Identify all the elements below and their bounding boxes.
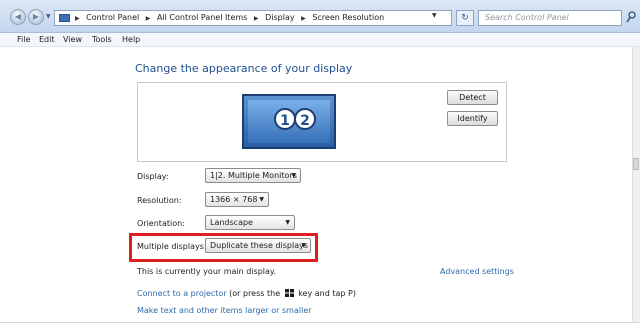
page-title: Change the appearance of your display [135,62,353,75]
multiple-displays-label: Multiple displays: [137,242,207,251]
display-label: Display: [137,172,169,181]
scrollbar-grip[interactable] [633,158,639,170]
breadcrumb: ▶ Control Panel ▶ All Control Panel Item… [75,13,388,22]
multiple-displays-select-value: Duplicate these displays [210,241,308,250]
multiple-displays-select[interactable]: Duplicate these displays ▼ [205,238,311,253]
connect-projector-link[interactable]: Connect to a projector [137,289,227,298]
refresh-icon[interactable]: ↻ [456,10,474,26]
identify-button[interactable]: Identify [447,111,498,126]
menu-bar: File Edit View Tools Help [0,33,640,47]
search-input[interactable]: Search Control Panel [478,10,622,26]
menu-tools[interactable]: Tools [92,35,112,44]
chevron-down-icon: ▼ [301,242,306,249]
main-display-text: This is currently your main display. [137,267,277,276]
windows-logo-icon [284,289,294,297]
resolution-label: Resolution: [137,196,182,205]
resolution-select[interactable]: 1366 × 768 ▼ [205,192,269,207]
monitor-number-2: 2 [294,108,316,130]
projector-line: Connect to a projector (or press the key… [137,289,356,298]
breadcrumb-arrow-icon[interactable]: ▶ [75,15,80,22]
breadcrumb-screen-resolution[interactable]: Screen Resolution [312,13,384,22]
projector-text-after: key and tap P) [298,289,356,298]
chevron-down-icon: ▼ [291,172,296,179]
breadcrumb-all-items[interactable]: All Control Panel Items [157,13,247,22]
chevron-down-icon: ▼ [259,196,264,203]
menu-view[interactable]: View [63,35,82,44]
address-dropdown-icon[interactable]: ▼ [432,12,437,19]
menu-help[interactable]: Help [122,35,140,44]
orientation-select[interactable]: Landscape ▼ [205,215,295,230]
menu-edit[interactable]: Edit [39,35,55,44]
larger-text-link[interactable]: Make text and other items larger or smal… [137,306,312,315]
monitor-number-1: 1 [274,108,296,130]
window-bottom-edge [0,322,640,333]
breadcrumb-arrow-icon[interactable]: ▶ [146,15,151,22]
control-panel-icon [59,14,70,22]
back-button[interactable]: ◀ [10,9,26,25]
orientation-select-value: Landscape [210,218,253,227]
breadcrumb-arrow-icon[interactable]: ▶ [301,15,306,22]
vertical-scrollbar[interactable] [632,47,640,322]
advanced-settings-link[interactable]: Advanced settings [440,267,514,276]
projector-text-before: (or press the [229,289,281,298]
search-placeholder: Search Control Panel [485,13,569,22]
menu-file[interactable]: File [17,35,30,44]
detect-button[interactable]: Detect [447,90,498,105]
breadcrumb-control-panel[interactable]: Control Panel [86,13,139,22]
display-select[interactable]: 1|2. Multiple Monitors ▼ [205,168,301,183]
breadcrumb-arrow-icon[interactable]: ▶ [254,15,259,22]
monitor-thumbnail[interactable]: 1 2 [242,94,336,149]
breadcrumb-display[interactable]: Display [265,13,295,22]
recent-pages-dropdown-icon[interactable]: ▼ [46,13,51,20]
resolution-select-value: 1366 × 768 [210,195,258,204]
orientation-label: Orientation: [137,219,185,228]
forward-button[interactable]: ▶ [28,9,44,25]
address-bar[interactable]: ▶ Control Panel ▶ All Control Panel Item… [54,10,452,26]
monitor-screen: 1 2 [248,100,330,143]
chevron-down-icon: ▼ [285,219,290,226]
display-select-value: 1|2. Multiple Monitors [210,171,297,180]
search-icon[interactable] [626,11,636,23]
